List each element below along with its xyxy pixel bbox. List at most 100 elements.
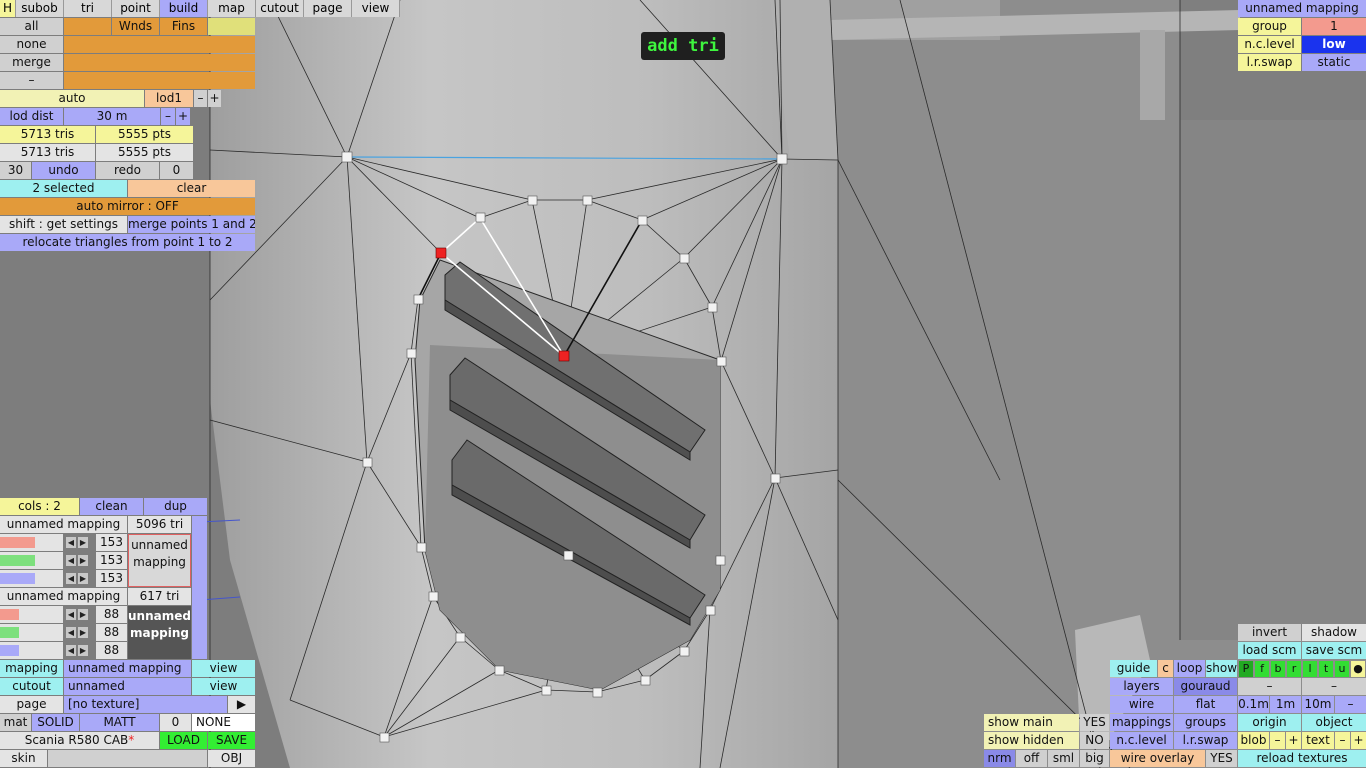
guide-button[interactable]: guide <box>1110 660 1157 677</box>
mapping-title[interactable]: unnamed mapping <box>1238 0 1366 17</box>
clear-selection-button[interactable]: clear <box>128 180 255 197</box>
filter-cell-yellow[interactable] <box>208 18 255 35</box>
save-scm-button[interactable]: save scm <box>1302 642 1366 659</box>
channel-slider[interactable] <box>0 570 63 587</box>
tab-point[interactable]: point <box>112 0 160 17</box>
arrow-right-icon[interactable]: ▶ <box>78 609 88 620</box>
c-button[interactable]: c <box>1158 660 1173 677</box>
cutout-view-button[interactable]: view <box>192 678 255 695</box>
lod-level-button[interactable]: lod1 <box>145 90 193 107</box>
channel-slider[interactable] <box>0 624 63 641</box>
view-letter-4[interactable]: l <box>1303 661 1317 677</box>
save-button[interactable]: SAVE <box>208 732 255 749</box>
arrow-right-icon[interactable]: ▶ <box>78 555 88 566</box>
mapping-preview-1[interactable]: unnamed mappingunnamed mapping <box>128 534 191 587</box>
nclevel-value[interactable]: low <box>1302 36 1366 53</box>
filter-fins[interactable]: Fins <box>160 18 207 35</box>
blob-label[interactable]: blob <box>1238 732 1269 749</box>
channel-value[interactable]: 88 <box>96 624 127 641</box>
wire-button[interactable]: wire <box>1110 696 1173 713</box>
view-letter-6[interactable]: u <box>1335 661 1349 677</box>
show-hidden-label[interactable]: show hidden <box>984 732 1079 749</box>
flat-button[interactable]: flat <box>1174 696 1237 713</box>
channel-value[interactable]: 153 <box>96 552 127 569</box>
show-hidden-value[interactable]: NO <box>1080 732 1109 749</box>
cols-label[interactable]: cols : 2 <box>0 498 79 515</box>
groups-button[interactable]: groups <box>1174 714 1237 731</box>
lod-plus-button[interactable]: + <box>208 90 221 107</box>
mapping-value[interactable]: unnamed mapping <box>64 660 191 677</box>
filter-row-4[interactable] <box>64 72 255 89</box>
dup-button[interactable]: dup <box>144 498 207 515</box>
loop-button[interactable]: loop <box>1174 660 1205 677</box>
dash-button-2[interactable]: – <box>1302 678 1366 695</box>
text-plus[interactable]: + <box>1351 732 1366 749</box>
view-letter-2[interactable]: b <box>1271 661 1285 677</box>
view-letter-7[interactable]: ● <box>1351 661 1365 677</box>
model-name[interactable]: Scania R580 CAB* <box>0 732 159 749</box>
text-minus[interactable]: – <box>1335 732 1350 749</box>
page-value[interactable]: [no texture] <box>64 696 227 713</box>
text-label[interactable]: text <box>1302 732 1334 749</box>
arrow-right-icon[interactable]: ▶ <box>78 645 88 656</box>
skin-value[interactable] <box>48 750 207 767</box>
channel-value[interactable]: 153 <box>96 534 127 551</box>
filter-cell[interactable] <box>64 18 111 35</box>
filter-none-button[interactable]: none <box>0 36 63 53</box>
filter-wnds[interactable]: Wnds <box>112 18 159 35</box>
object-button[interactable]: object <box>1302 714 1366 731</box>
undo-button[interactable]: undo <box>32 162 95 179</box>
solid-button[interactable]: SOLID <box>32 714 79 731</box>
tab-subob[interactable]: subob <box>16 0 64 17</box>
arrow-left-icon[interactable]: ◀ <box>66 573 76 584</box>
arrow-left-icon[interactable]: ◀ <box>66 537 76 548</box>
mappings-button[interactable]: mappings <box>1110 714 1173 731</box>
arrow-left-icon[interactable]: ◀ <box>66 645 76 656</box>
channel-slider[interactable] <box>0 534 63 551</box>
load-scm-button[interactable]: load scm <box>1238 642 1301 659</box>
blob-minus[interactable]: – <box>1270 732 1285 749</box>
sml-button[interactable]: sml <box>1048 750 1079 767</box>
redo-button[interactable]: redo <box>96 162 159 179</box>
relocate-triangles-button[interactable]: relocate triangles from point 1 to 2 <box>0 234 255 251</box>
zoom-01m-button[interactable]: 0.1m <box>1238 696 1269 713</box>
tab-map[interactable]: map <box>208 0 256 17</box>
cutout-value[interactable]: unnamed <box>64 678 191 695</box>
mapping-view-button[interactable]: view <box>192 660 255 677</box>
reload-textures-button[interactable]: reload textures <box>1238 750 1366 767</box>
wire-overlay-value[interactable]: YES <box>1206 750 1237 767</box>
channel-value[interactable]: 88 <box>96 606 127 623</box>
blob-plus[interactable]: + <box>1286 732 1301 749</box>
merge-points-button[interactable]: merge points 1 and 2 <box>128 216 255 233</box>
tab-cutout[interactable]: cutout <box>256 0 304 17</box>
mat-number[interactable]: 0 <box>160 714 191 731</box>
clean-button[interactable]: clean <box>80 498 143 515</box>
filter-row-2[interactable] <box>64 36 255 53</box>
layers-button[interactable]: layers <box>1110 678 1173 695</box>
lrswap-button[interactable]: l.r.swap <box>1174 732 1237 749</box>
tab-h[interactable]: H <box>0 0 16 17</box>
page-next-arrow-icon[interactable]: ▶ <box>228 696 255 713</box>
channel-slider[interactable] <box>0 606 63 623</box>
show-main-label[interactable]: show main <box>984 714 1079 731</box>
channel-value[interactable]: 88 <box>96 642 127 659</box>
channel-slider[interactable] <box>0 642 63 659</box>
origin-button[interactable]: origin <box>1238 714 1301 731</box>
arrow-left-icon[interactable]: ◀ <box>66 555 76 566</box>
skin-label[interactable]: skin <box>0 750 47 767</box>
lrswap-value[interactable]: static <box>1302 54 1366 71</box>
off-button[interactable]: off <box>1016 750 1047 767</box>
load-button[interactable]: LOAD <box>160 732 207 749</box>
nrm-button[interactable]: nrm <box>984 750 1015 767</box>
tab-build[interactable]: build <box>160 0 208 17</box>
channel-slider[interactable] <box>0 552 63 569</box>
filter-row-3[interactable] <box>64 54 255 71</box>
obj-button[interactable]: OBJ <box>208 750 255 767</box>
nclevel-button[interactable]: n.c.level <box>1110 732 1173 749</box>
lod-minus-button[interactable]: – <box>194 90 207 107</box>
mapping-block-2-name[interactable]: unnamed mapping <box>0 588 127 605</box>
dash-button-1[interactable]: – <box>1238 678 1301 695</box>
arrow-left-icon[interactable]: ◀ <box>66 609 76 620</box>
view-letter-0[interactable]: P <box>1239 661 1253 677</box>
zoom-1m-button[interactable]: 1m <box>1270 696 1301 713</box>
